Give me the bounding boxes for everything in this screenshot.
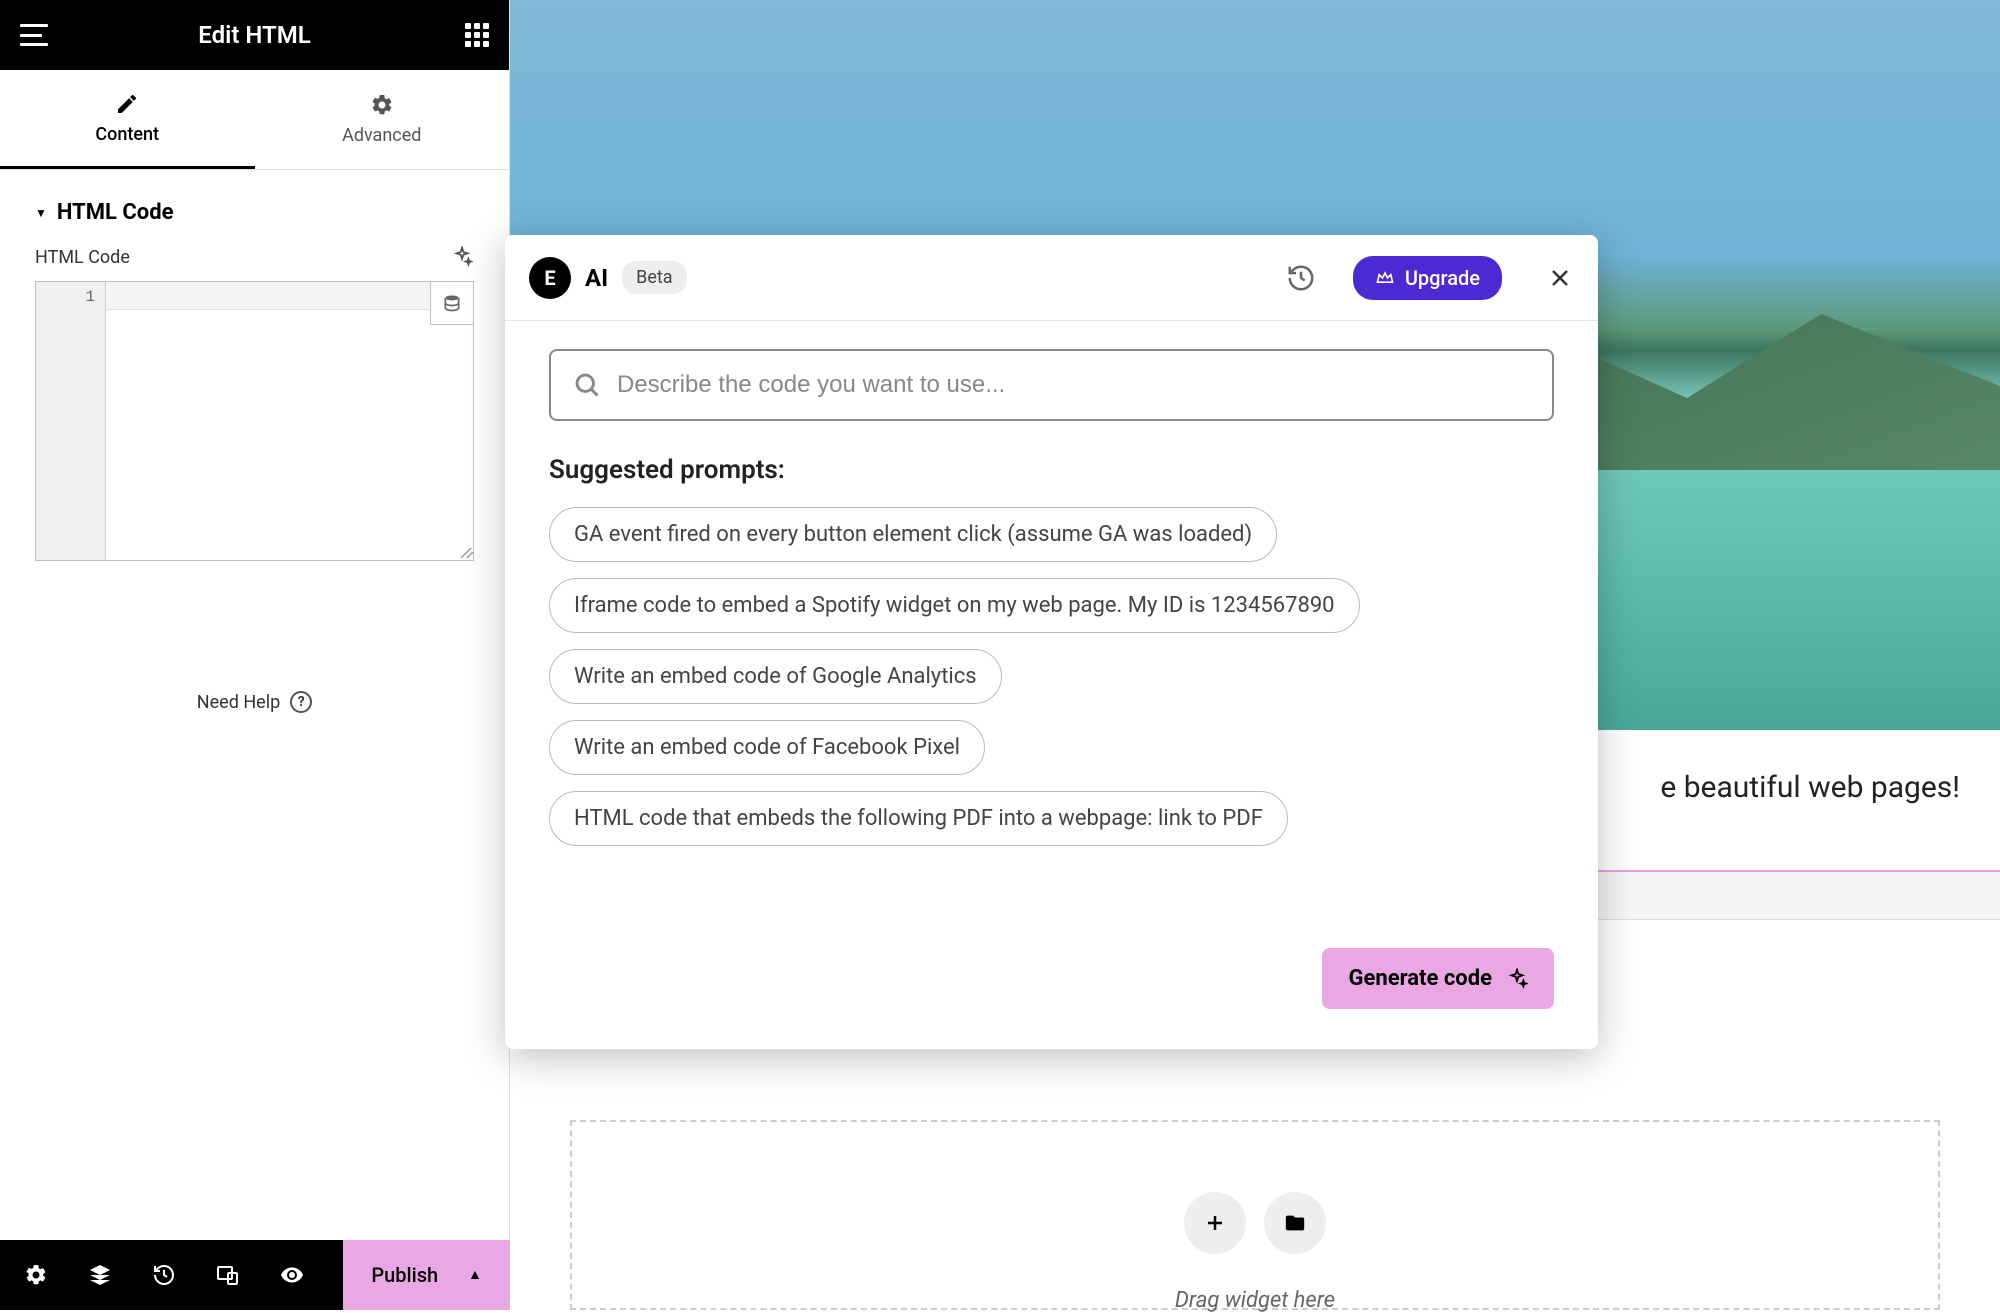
history-icon[interactable] xyxy=(150,1261,178,1289)
tab-label: Content xyxy=(95,124,159,145)
history-icon[interactable] xyxy=(1283,260,1319,296)
tab-label: Advanced xyxy=(342,125,421,146)
ai-title: AI xyxy=(585,264,608,292)
panel-title: Edit HTML xyxy=(60,21,449,49)
menu-icon[interactable] xyxy=(20,24,48,46)
html-code-editor[interactable]: 1 xyxy=(35,281,474,561)
responsive-icon[interactable] xyxy=(214,1261,242,1289)
field-label: HTML Code xyxy=(35,247,130,268)
layers-icon[interactable] xyxy=(86,1261,114,1289)
editor-sidebar: Edit HTML Content Advanced ▼ HTML Code H… xyxy=(0,0,510,1310)
editor-highlight-row xyxy=(106,282,473,310)
suggested-prompts-list: GA event fired on every button element c… xyxy=(549,507,1554,846)
prompt-chip[interactable]: Iframe code to embed a Spotify widget on… xyxy=(549,578,1360,633)
prompt-chip[interactable]: HTML code that embeds the following PDF … xyxy=(549,791,1288,846)
settings-icon[interactable] xyxy=(22,1261,50,1289)
dynamic-tags-icon[interactable] xyxy=(430,281,474,325)
need-help-link[interactable]: Need Help ? xyxy=(0,691,509,713)
tab-content[interactable]: Content xyxy=(0,70,255,169)
help-icon: ? xyxy=(290,691,312,713)
sparkle-icon xyxy=(1506,968,1528,990)
prompt-chip[interactable]: GA event fired on every button element c… xyxy=(549,507,1277,562)
drop-hint: Drag widget here xyxy=(1175,1288,1335,1313)
section-toggle[interactable]: ▼ HTML Code xyxy=(0,170,509,245)
widgets-grid-icon[interactable] xyxy=(465,23,489,47)
template-library-button[interactable] xyxy=(1264,1192,1326,1254)
caret-down-icon: ▼ xyxy=(35,206,47,220)
widget-drop-zone[interactable]: Drag widget here xyxy=(570,1120,1940,1310)
resize-handle[interactable] xyxy=(455,542,471,558)
field-row: HTML Code xyxy=(0,245,509,281)
crown-icon xyxy=(1375,268,1395,288)
close-icon[interactable] xyxy=(1546,264,1574,292)
beta-badge: Beta xyxy=(622,261,686,294)
modal-footer: Generate code xyxy=(505,948,1598,1049)
hero-caption: e beautiful web pages! xyxy=(1660,770,1960,805)
prompt-input[interactable] xyxy=(617,371,1530,399)
tabs: Content Advanced xyxy=(0,70,509,170)
chevron-up-icon: ▼ xyxy=(468,1267,482,1284)
prompt-input-wrapper[interactable] xyxy=(549,349,1554,421)
ai-sparkle-icon[interactable] xyxy=(450,245,474,269)
generate-code-button[interactable]: Generate code xyxy=(1322,948,1554,1009)
section-title: HTML Code xyxy=(57,200,174,225)
modal-header: E AI Beta Upgrade xyxy=(505,235,1598,321)
ai-modal: E AI Beta Upgrade Suggested prompts: GA … xyxy=(505,235,1598,1049)
publish-button[interactable]: Publish ▼ xyxy=(343,1240,510,1310)
pencil-icon xyxy=(115,92,139,116)
sidebar-header: Edit HTML xyxy=(0,0,509,70)
bottom-bar: Publish ▼ xyxy=(0,1240,510,1310)
editor-gutter: 1 xyxy=(36,282,106,560)
prompt-chip[interactable]: Write an embed code of Google Analytics xyxy=(549,649,1002,704)
gear-icon xyxy=(370,93,394,117)
prompt-chip[interactable]: Write an embed code of Facebook Pixel xyxy=(549,720,985,775)
upgrade-button[interactable]: Upgrade xyxy=(1353,256,1502,300)
editor-textarea[interactable] xyxy=(106,282,473,560)
add-section-button[interactable] xyxy=(1184,1192,1246,1254)
suggested-prompts-title: Suggested prompts: xyxy=(549,455,1554,485)
search-icon xyxy=(573,371,601,399)
preview-icon[interactable] xyxy=(278,1261,306,1289)
tab-advanced[interactable]: Advanced xyxy=(255,70,510,169)
modal-body: Suggested prompts: GA event fired on eve… xyxy=(505,321,1598,948)
elementor-logo-icon: E xyxy=(529,257,571,299)
